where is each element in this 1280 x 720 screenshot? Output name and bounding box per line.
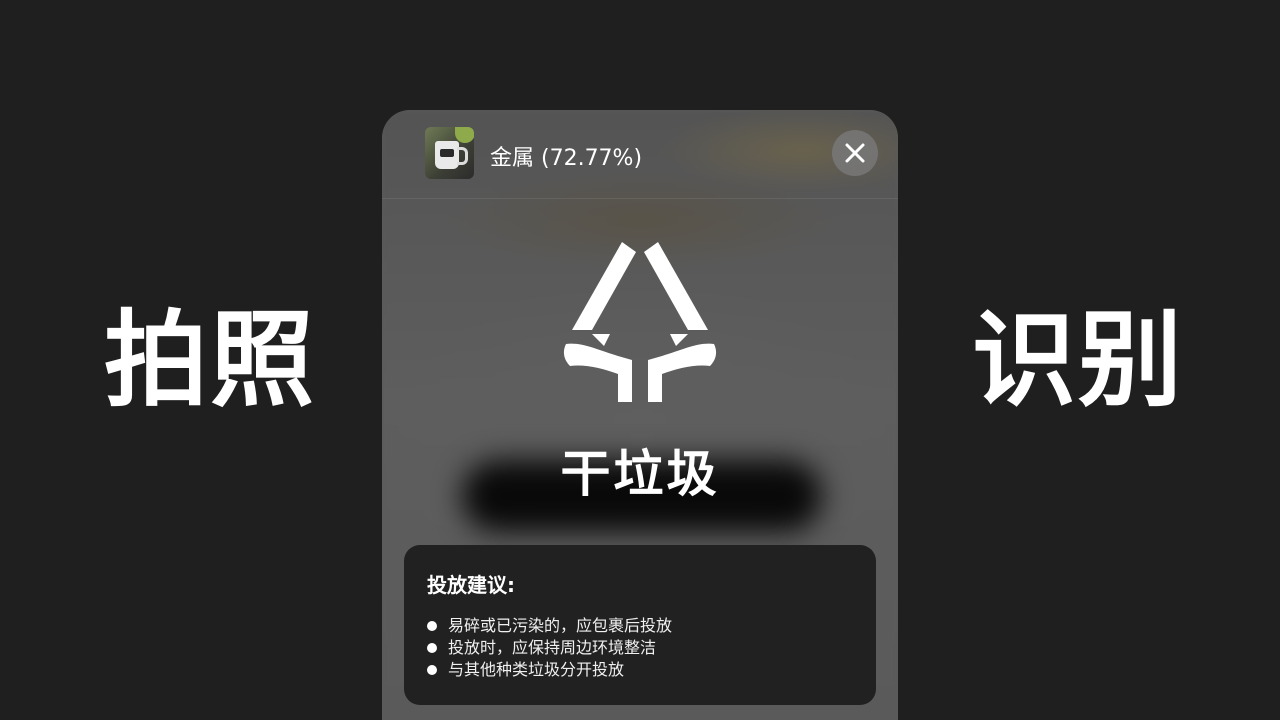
dry-waste-tree-icon <box>563 242 717 402</box>
advice-item-text: 投放时，应保持周边环境整洁 <box>448 638 657 657</box>
bullet-icon <box>427 665 437 675</box>
plant-leaf <box>455 127 474 143</box>
advice-card: 投放建议: 易碎或已污染的，应包裹后投放 投放时，应保持周边环境整洁 与其他种类… <box>404 545 876 705</box>
recognition-result-label: 金属 (72.77%) <box>490 146 643 171</box>
photo-thumbnail[interactable] <box>425 127 474 179</box>
advice-item: 易碎或已污染的，应包裹后投放 <box>426 615 672 637</box>
mug-handle <box>457 147 468 165</box>
advice-item: 投放时，应保持周边环境整洁 <box>426 637 672 659</box>
advice-item: 与其他种类垃圾分开投放 <box>426 659 672 681</box>
mug-label <box>440 149 454 157</box>
close-button[interactable] <box>832 130 878 176</box>
advice-list: 易碎或已污染的，应包裹后投放 投放时，应保持周边环境整洁 与其他种类垃圾分开投放 <box>426 615 672 681</box>
phone-screen: 金属 (72.77%) 干垃圾 投放建议: 易碎或已污染的，应包裹后投放 投放时… <box>382 110 898 720</box>
advice-item-text: 与其他种类垃圾分开投放 <box>448 660 625 679</box>
category-title: 干垃圾 <box>560 445 720 503</box>
advice-title: 投放建议: <box>427 573 515 597</box>
stage: 拍照 识别 金属 (72.77%) 干垃圾 投放建议: 易碎或已污染的，应包裹后… <box>0 0 1280 720</box>
header-divider <box>382 198 898 199</box>
bullet-icon <box>427 643 437 653</box>
advice-item-text: 易碎或已污染的，应包裹后投放 <box>448 616 673 635</box>
bullet-icon <box>427 621 437 631</box>
close-icon <box>845 143 865 163</box>
caption-right: 识别 <box>972 299 1185 421</box>
caption-left: 拍照 <box>104 299 317 421</box>
